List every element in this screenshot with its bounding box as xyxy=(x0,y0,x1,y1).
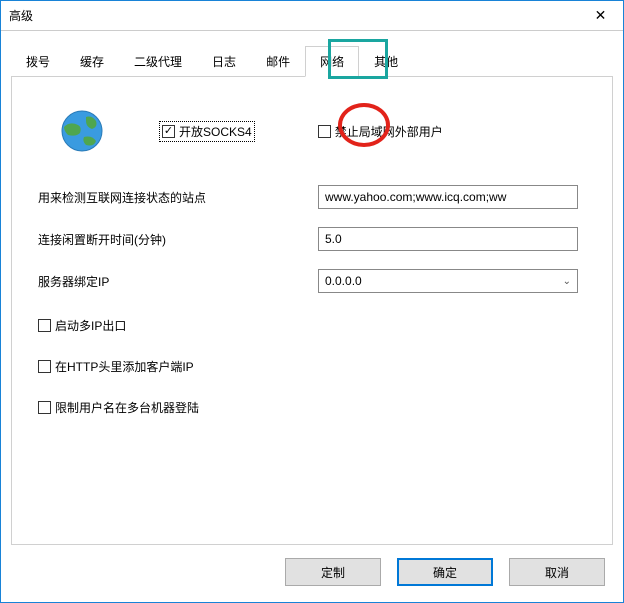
tab-secondary-proxy[interactable]: 二级代理 xyxy=(119,46,197,77)
cancel-button[interactable]: 取消 xyxy=(509,558,605,586)
close-button[interactable]: ✕ xyxy=(578,1,623,31)
tabs: 拨号 缓存 二级代理 日志 邮件 网络 其他 xyxy=(11,45,613,77)
ok-button[interactable]: 确定 xyxy=(397,558,493,586)
checkbox-list: 启动多IP出口 在HTTP头里添加客户端IP 限制用户名在多台机器登陆 xyxy=(38,317,586,416)
checkbox-icon xyxy=(38,360,51,373)
tab-other[interactable]: 其他 xyxy=(359,46,413,77)
checkbox-label: 启动多IP出口 xyxy=(55,317,126,334)
bind-ip-select[interactable]: 0.0.0.0 ⌄ xyxy=(318,269,578,293)
close-icon: ✕ xyxy=(595,7,607,24)
globe-icon xyxy=(58,107,106,155)
titlebar: 高级 ✕ xyxy=(1,1,623,31)
checkbox-icon xyxy=(38,401,51,414)
checkbox-label: 限制用户名在多台机器登陆 xyxy=(55,399,199,416)
bind-ip-value: 0.0.0.0 xyxy=(325,274,362,288)
window-title: 高级 xyxy=(9,7,33,24)
row-idle-timeout: 连接闲置断开时间(分钟) xyxy=(38,227,586,251)
detect-sites-input[interactable] xyxy=(318,185,578,209)
tab-network[interactable]: 网络 xyxy=(305,46,359,77)
button-row: 定制 确定 取消 xyxy=(285,558,605,586)
idle-timeout-input[interactable] xyxy=(318,227,578,251)
checkbox-icon xyxy=(318,125,331,138)
bind-ip-label: 服务器绑定IP xyxy=(38,273,318,290)
idle-timeout-label: 连接闲置断开时间(分钟) xyxy=(38,231,318,248)
checkbox-forbid-external[interactable]: 禁止局域网外部用户 xyxy=(318,123,443,140)
tab-mail[interactable]: 邮件 xyxy=(251,46,305,77)
checkbox-icon xyxy=(162,125,175,138)
checkbox-limit-multi-login[interactable]: 限制用户名在多台机器登陆 xyxy=(38,399,586,416)
tab-cache[interactable]: 缓存 xyxy=(65,46,119,77)
top-row: 开放SOCKS4 禁止局域网外部用户 xyxy=(38,107,586,155)
advanced-window: 高级 ✕ 拨号 缓存 二级代理 日志 邮件 网络 其他 xyxy=(0,0,624,603)
checkbox-label: 禁止局域网外部用户 xyxy=(335,123,443,140)
checkbox-add-client-ip[interactable]: 在HTTP头里添加客户端IP xyxy=(38,358,586,375)
checkbox-multi-ip-exit[interactable]: 启动多IP出口 xyxy=(38,317,586,334)
chevron-down-icon: ⌄ xyxy=(563,276,571,287)
tabs-container: 拨号 缓存 二级代理 日志 邮件 网络 其他 xyxy=(1,31,623,545)
checkbox-icon xyxy=(38,319,51,332)
tab-log[interactable]: 日志 xyxy=(197,46,251,77)
checkbox-open-socks4[interactable]: 开放SOCKS4 xyxy=(160,122,254,141)
custom-button[interactable]: 定制 xyxy=(285,558,381,586)
row-bind-ip: 服务器绑定IP 0.0.0.0 ⌄ xyxy=(38,269,586,293)
detect-sites-label: 用来检测互联网连接状态的站点 xyxy=(38,189,318,206)
tab-dial[interactable]: 拨号 xyxy=(11,46,65,77)
checkbox-label: 在HTTP头里添加客户端IP xyxy=(55,358,194,375)
tab-content-network: 开放SOCKS4 禁止局域网外部用户 用来检测互联网连接状态的站点 连接闲置断开… xyxy=(11,77,613,545)
checkbox-label: 开放SOCKS4 xyxy=(179,123,252,140)
row-detect-sites: 用来检测互联网连接状态的站点 xyxy=(38,185,586,209)
